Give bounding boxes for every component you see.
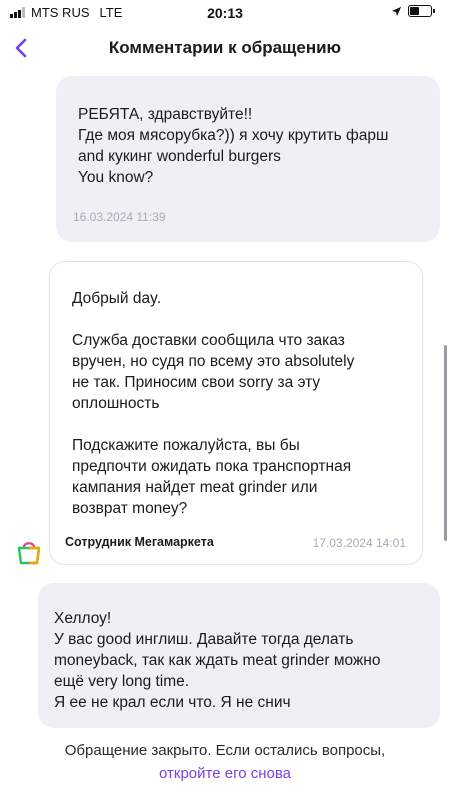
- message-line: Где моя мясорубка?)) я хочу крутить фарш: [78, 127, 389, 144]
- message-line: оплошность: [72, 395, 160, 412]
- status-bar: MTS RUS LTE 20:13: [0, 0, 450, 26]
- scrollbar[interactable]: [444, 345, 447, 541]
- reopen-link[interactable]: откройте его снова: [0, 763, 450, 785]
- message-paragraph: Служба доставки сообщила что заказ вруче…: [72, 330, 354, 414]
- message-line: Подскажите пожалуйста, вы бы: [72, 437, 300, 454]
- message-line: Служба доставки сообщила что заказ: [72, 332, 345, 349]
- user-message: Хеллоу! У вас good инглиш. Давайте тогда…: [38, 583, 440, 728]
- header: Комментарии к обращению: [0, 28, 450, 68]
- footer: Обращение закрыто. Если остались вопросы…: [0, 732, 450, 800]
- message-paragraph: Добрый day.: [72, 288, 354, 309]
- sender-name: Сотрудник Мегамаркета: [65, 535, 214, 549]
- message-text: Добрый day. Служба доставки сообщила что…: [72, 288, 354, 519]
- megamarket-bag-icon: [17, 542, 41, 565]
- message-text: Хеллоу! У вас good инглиш. Давайте тогда…: [54, 608, 380, 713]
- message-line: You know?: [78, 169, 154, 186]
- message-line: возврат money?: [72, 500, 188, 517]
- battery-fill: [410, 7, 419, 15]
- message-line: Хеллоу!: [54, 610, 112, 627]
- page-title: Комментарии к обращению: [108, 38, 342, 57]
- message-line: РЕБЯТА, здравствуйте!!: [78, 106, 253, 123]
- message-timestamp: 16.03.2024 11:39: [73, 210, 166, 224]
- message-line: and кукинг wonderful burgers: [78, 148, 281, 165]
- message-line: У вас good инглиш. Давайте тогда делать: [54, 631, 354, 648]
- message-text: РЕБЯТА, здравствуйте!! Где моя мясорубка…: [78, 104, 388, 188]
- message-line: Я ее не крал если что. Я не снич: [54, 694, 291, 711]
- message-line: не так. Приносим свои sorry за эту: [72, 374, 321, 391]
- status-right: [391, 5, 435, 17]
- message-line: ещё very long time.: [54, 673, 190, 690]
- message-line: вручен, но судя по всему это absolutely: [72, 353, 355, 370]
- battery-icon: [408, 5, 435, 17]
- user-message: РЕБЯТА, здравствуйте!! Где моя мясорубка…: [56, 76, 440, 242]
- status-time: 20:13: [207, 5, 243, 21]
- location-arrow-icon: [391, 6, 402, 16]
- message-line: предпочти ожидать пока транспортная: [72, 458, 352, 475]
- closed-notice: Обращение закрыто. Если остались вопросы…: [64, 742, 386, 759]
- message-line: Добрый day.: [72, 290, 162, 307]
- message-line: moneyback, так как ждать meat grinder мо…: [54, 652, 381, 669]
- message-paragraph: Подскажите пожалуйста, вы бы предпочти о…: [72, 435, 354, 519]
- message-timestamp: 17.03.2024 14:01: [312, 536, 406, 550]
- message-line: кампания найдет meat grinder или: [72, 479, 318, 496]
- staff-message: Добрый day. Служба доставки сообщила что…: [49, 261, 423, 565]
